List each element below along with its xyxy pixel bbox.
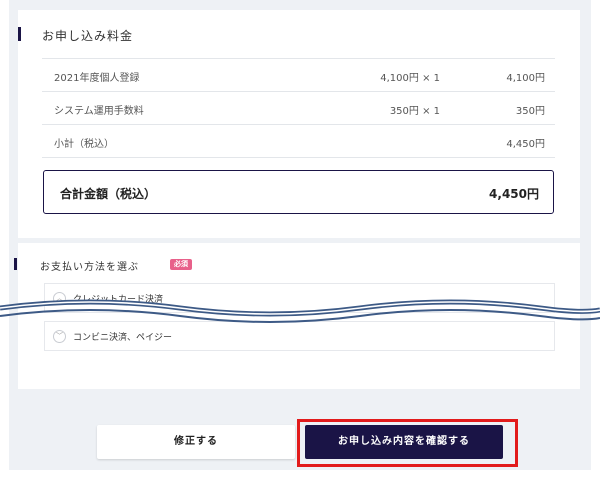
fee-row-registration: 2021年度個人登録 4,100円 × 1 4,100円 [42, 58, 555, 91]
fix-button[interactable]: 修正する [97, 425, 295, 459]
fee-row-amount: 4,450円 [506, 139, 545, 150]
fee-section-bar [18, 27, 21, 41]
required-badge: 必須 [170, 259, 192, 270]
fee-row-amount: 350円 [515, 106, 545, 117]
total-amount-box: 合計金額（税込） 4,450円 [43, 170, 554, 214]
fee-section-title: お申し込み料金 [42, 29, 134, 43]
highlight-frame [297, 419, 518, 467]
fee-row-amount: 4,100円 [506, 73, 545, 84]
payment-section-bar [14, 258, 17, 270]
fee-row-system-fee: システム運用手数料 350円 × 1 350円 [42, 91, 555, 124]
total-value: 4,450円 [489, 187, 539, 201]
fee-row-name: 小計（税込） [54, 139, 114, 150]
payment-section-title: お支払い方法を選ぶ [40, 262, 139, 273]
fee-row-subtotal: 小計（税込） 4,450円 [42, 124, 555, 158]
fee-row-name: 2021年度個人登録 [54, 73, 140, 84]
total-label: 合計金額（税込） [60, 187, 157, 201]
fee-row-name: システム運用手数料 [54, 106, 144, 117]
wave-break-decoration [0, 299, 600, 323]
fee-row-unit: 350円 × 1 [389, 106, 440, 117]
fee-row-unit: 4,100円 × 1 [380, 73, 440, 84]
payment-option-label: コンビニ決済、ペイジー [73, 333, 173, 343]
fee-table: 2021年度個人登録 4,100円 × 1 4,100円 システム運用手数料 3… [42, 58, 555, 158]
chevron-down-icon: ﹀ [53, 330, 66, 343]
